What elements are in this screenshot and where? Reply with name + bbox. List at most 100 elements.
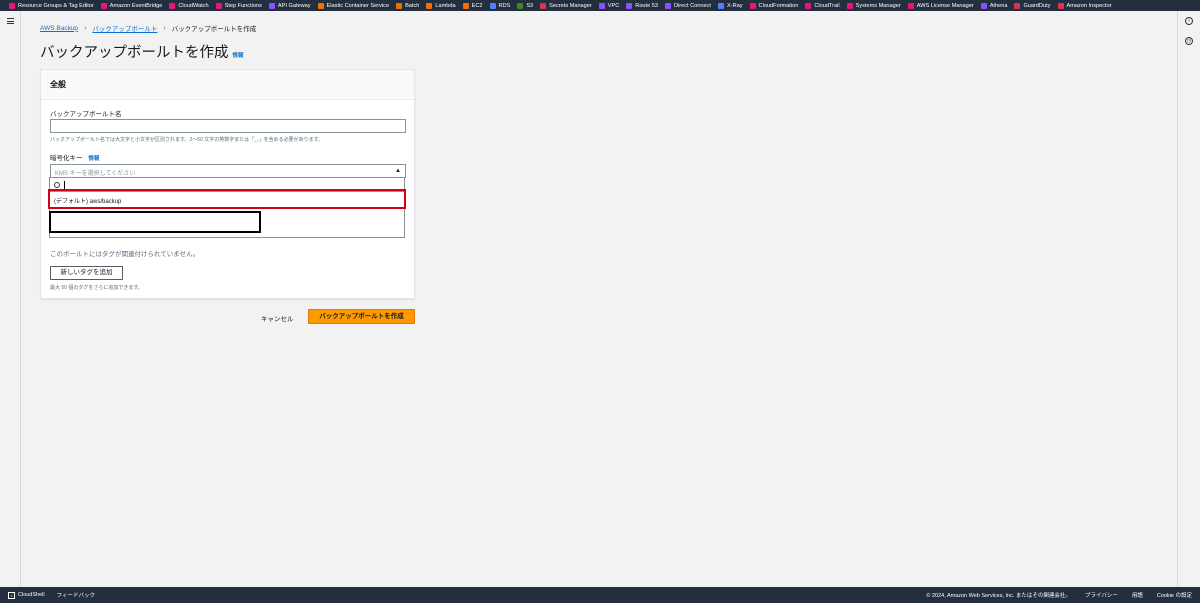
- search-icon: [54, 181, 60, 188]
- service-icon: [907, 2, 914, 9]
- info-circle-icon[interactable]: i: [1185, 17, 1193, 25]
- service-icon: [626, 2, 633, 9]
- favorite-item[interactable]: Amazon EventBridge: [100, 2, 163, 9]
- cookie-settings-link[interactable]: Cookie の設定: [1157, 591, 1192, 599]
- favorite-item[interactable]: EC2: [462, 2, 483, 9]
- favorite-item[interactable]: Athena: [980, 2, 1008, 9]
- favorite-item[interactable]: Step Functions: [215, 2, 262, 9]
- favorite-label: Route 53: [635, 2, 658, 9]
- favorite-label: Resource Groups & Tag Editor: [18, 2, 94, 9]
- favorite-label: Lambda: [435, 2, 456, 9]
- favorites-bar: Resource Groups & Tag Editor Amazon Event…: [0, 0, 1200, 11]
- favorite-label: Amazon EventBridge: [109, 2, 163, 9]
- favorite-item[interactable]: Resource Groups & Tag Editor: [9, 2, 94, 9]
- favorite-label: Athena: [989, 2, 1008, 9]
- favorite-label: Amazon Inspector: [1066, 2, 1112, 9]
- favorite-label: S3: [526, 2, 534, 9]
- favorite-item[interactable]: VPC: [598, 2, 620, 9]
- favorite-item[interactable]: S3: [517, 2, 534, 9]
- favorite-item[interactable]: RDS: [489, 2, 511, 9]
- service-icon: [1014, 2, 1021, 9]
- vault-name-input[interactable]: [50, 119, 406, 133]
- redaction-box: [49, 211, 261, 233]
- chevron-right-icon: ›: [84, 24, 87, 32]
- favorite-item[interactable]: CloudFormation: [749, 2, 799, 9]
- favorite-item[interactable]: API Gateway: [268, 2, 311, 9]
- service-icon: [462, 2, 469, 9]
- breadcrumb: AWS Backup › バックアップボールト › バックアップボールトを作成: [40, 23, 257, 34]
- favorite-item[interactable]: Route 53: [626, 2, 658, 9]
- kms-key-select[interactable]: KMS キーを選択してください ▲: [50, 164, 406, 178]
- service-icon: [1057, 2, 1064, 9]
- service-icon: [396, 2, 403, 9]
- favorite-label: CloudFormation: [758, 2, 799, 9]
- add-new-tag-button[interactable]: 新しいタグを追加: [50, 266, 123, 280]
- service-icon: [749, 2, 756, 9]
- service-icon: [517, 2, 524, 9]
- breadcrumb-current: バックアップボールトを作成: [171, 26, 257, 33]
- cloudshell-button[interactable]: > CloudShell: [8, 591, 45, 599]
- favorite-label: CloudWatch: [178, 2, 209, 9]
- favorite-label: API Gateway: [277, 2, 311, 9]
- service-icon: [215, 2, 222, 9]
- favorite-item[interactable]: Lambda: [426, 2, 456, 9]
- favorite-item[interactable]: Amazon Inspector: [1057, 2, 1112, 9]
- menu-icon[interactable]: [7, 18, 14, 24]
- favorite-label: AWS License Manager: [916, 2, 974, 9]
- favorite-label: VPC: [607, 2, 620, 9]
- create-vault-button[interactable]: バックアップボールトを作成: [308, 309, 415, 324]
- service-icon: [100, 2, 107, 9]
- favorite-item[interactable]: Batch: [396, 2, 420, 9]
- terminal-icon: >: [8, 591, 15, 599]
- cancel-button[interactable]: キャンセル: [261, 313, 294, 323]
- clock-icon[interactable]: ◷: [1185, 37, 1193, 45]
- breadcrumb-aws-backup[interactable]: AWS Backup: [40, 25, 78, 32]
- left-navigation-rail: [0, 11, 21, 587]
- vault-name-hint: バックアップボールト名では大文字と小文字が区別されます。2〜50 文字の英数字ま…: [50, 137, 324, 143]
- cloudshell-label: CloudShell: [18, 592, 45, 598]
- vault-name-label: バックアップボールト名: [50, 111, 122, 118]
- service-icon: [540, 2, 547, 9]
- favorite-item[interactable]: CloudWatch: [169, 2, 209, 9]
- tag-limit-text: 最大 50 個のタグをさらに追加できます。: [50, 285, 143, 291]
- favorite-item[interactable]: Secrets Manager: [540, 2, 592, 9]
- favorite-item[interactable]: GuardDuty: [1014, 2, 1051, 9]
- service-icon: [489, 2, 496, 9]
- favorite-item[interactable]: CloudTrail: [805, 2, 840, 9]
- favorite-label: Batch: [405, 2, 420, 9]
- favorite-item[interactable]: X-Ray: [717, 2, 743, 9]
- service-icon: [664, 2, 671, 9]
- service-icon: [717, 2, 724, 9]
- service-icon: [9, 2, 15, 9]
- service-icon: [805, 2, 812, 9]
- chevron-right-icon: ›: [163, 24, 166, 32]
- breadcrumb-backup-vaults[interactable]: バックアップボールト: [92, 23, 157, 33]
- copyright-text: © 2024, Amazon Web Services, Inc. またはその関…: [926, 593, 1071, 599]
- favorite-item[interactable]: AWS License Manager: [907, 2, 974, 9]
- kms-key-search[interactable]: [50, 178, 404, 192]
- service-icon: [846, 2, 853, 9]
- service-icon: [980, 2, 987, 9]
- service-icon: [169, 2, 176, 9]
- favorite-label: Elastic Container Service: [326, 2, 390, 9]
- encryption-info-link[interactable]: 情報: [88, 156, 99, 162]
- page-info-link[interactable]: 情報: [233, 51, 244, 59]
- caret-up-icon: ▲: [395, 168, 401, 174]
- encryption-key-label-row: 暗号化キー 情報: [50, 152, 99, 162]
- favorite-label: RDS: [498, 2, 511, 9]
- favorite-label: GuardDuty: [1023, 2, 1051, 9]
- page-title-row: バックアップボールトを作成 情報: [40, 41, 244, 62]
- terms-link[interactable]: 用語: [1132, 591, 1143, 599]
- footer-links: © 2024, Amazon Web Services, Inc. またはその関…: [926, 591, 1192, 599]
- favorite-item[interactable]: Direct Connect: [664, 2, 711, 9]
- favorite-label: CloudTrail: [814, 2, 840, 9]
- privacy-link[interactable]: プライバシー: [1085, 591, 1118, 599]
- favorite-item[interactable]: Systems Manager: [846, 2, 901, 9]
- service-icon: [426, 2, 433, 9]
- feedback-link[interactable]: フィードバック: [57, 591, 95, 599]
- kms-option-default[interactable]: (デフォルト) aws/backup: [50, 193, 404, 207]
- page-title: バックアップボールトを作成: [40, 45, 229, 61]
- text-cursor: [64, 180, 65, 189]
- favorite-item[interactable]: Elastic Container Service: [317, 2, 390, 9]
- service-icon: [268, 2, 275, 9]
